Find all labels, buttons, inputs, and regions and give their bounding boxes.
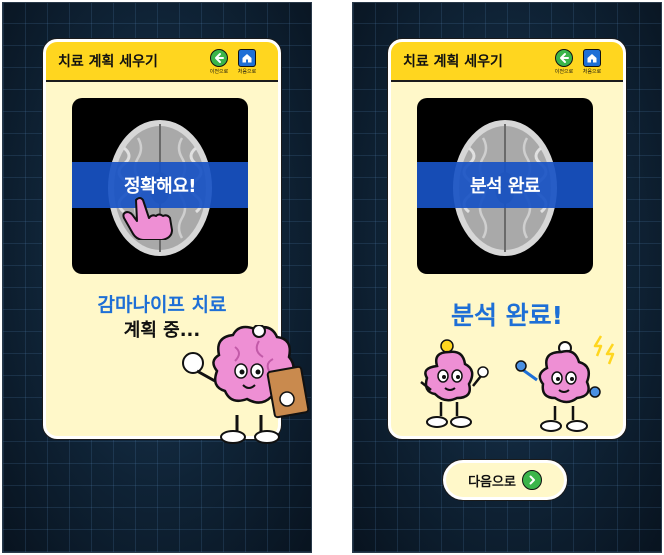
status-title: 감마나이프 치료	[97, 294, 227, 316]
page-title: 치료 계획 세우기	[403, 54, 503, 70]
next-button[interactable]: 다음으로	[443, 460, 567, 500]
home-icon	[587, 54, 597, 63]
home-button[interactable]: 처음으로	[234, 49, 260, 75]
brain-doctor-character	[182, 325, 310, 444]
back-button[interactable]: 이전으로	[551, 49, 577, 75]
status-title: 분석 완료!	[450, 301, 564, 330]
next-button-label: 다음으로	[468, 474, 516, 490]
brain-doctor-character	[515, 335, 615, 432]
screen-planning: 치료 계획 세우기 이전으로 처음으로 정확해요! 감마나이프 치료 계획 중.…	[2, 2, 312, 553]
back-button-label: 이전으로	[554, 69, 574, 75]
page-title: 치료 계획 세우기	[58, 54, 158, 70]
treatment-card: 치료 계획 세우기 이전으로 처음으로	[388, 39, 626, 439]
brain-lightbulb-character	[420, 339, 489, 428]
pointing-hand-icon	[122, 197, 173, 240]
screen-analysis-complete: 치료 계획 세우기 이전으로 처음으로 분석 완료 분석 완료! 다음으로	[352, 2, 662, 553]
card-header: 치료 계획 세우기 이전으로 처음으로	[46, 42, 278, 82]
home-button[interactable]: 처음으로	[579, 49, 605, 75]
arrow-left-icon	[215, 53, 224, 63]
chevron-right-icon	[529, 475, 535, 485]
arrow-left-icon	[560, 53, 569, 63]
card-header: 치료 계획 세우기 이전으로 처음으로	[391, 42, 623, 82]
home-icon	[242, 54, 252, 63]
home-button-label: 처음으로	[582, 69, 602, 75]
scan-overlay-text: 분석 완료	[469, 176, 541, 197]
brain-scan-image: 정확해요!	[72, 98, 248, 274]
home-button-label: 처음으로	[237, 69, 257, 75]
back-button[interactable]: 이전으로	[206, 49, 232, 75]
back-button-label: 이전으로	[209, 69, 229, 75]
scan-highlight-band: 분석 완료	[417, 162, 593, 208]
brain-scan-image: 분석 완료	[417, 98, 593, 274]
next-button-circle	[521, 470, 542, 490]
